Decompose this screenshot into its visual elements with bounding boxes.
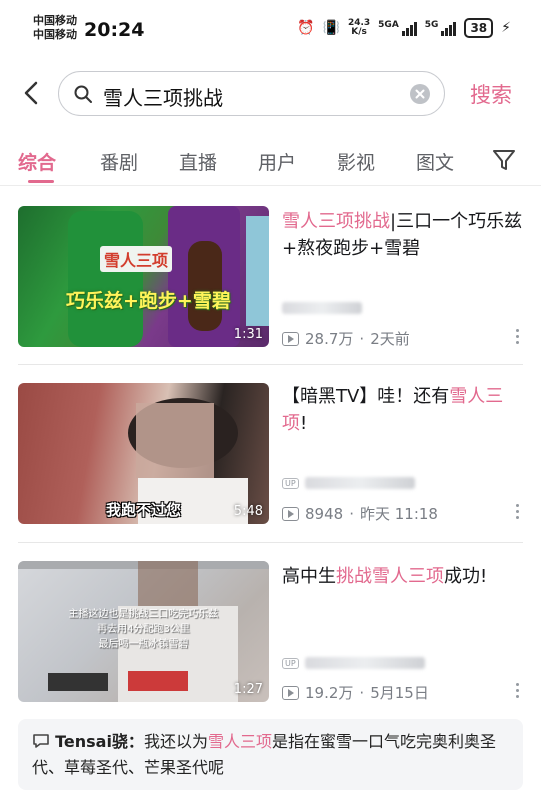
net-speed: 24.3 K/s [348,19,370,37]
view-count: 19.2万 [305,684,354,702]
video-duration: 1:27 [233,682,263,697]
category-tabs: 综合 番剧 直播 用户 影视 图文 [0,140,541,186]
video-title[interactable]: 雪人三项挑战|三口一个巧乐兹+熬夜跑步+雪碧 [282,208,527,262]
thumbnail-captions: 主播这边也是挑战三口吃完巧乐兹 再去用4分配跑3公里 最后喝一瓶冰镇雪碧 [18,607,269,652]
title-text: ! [300,413,308,434]
tab-live[interactable]: 直播 [179,148,217,175]
active-tab-indicator [28,180,54,183]
title-text: 【暗黑TV】哇！还有 [282,386,450,407]
search-icon [74,85,92,103]
search-query[interactable]: 雪人三项挑战 [103,82,223,111]
charging-icon: ⚡ [501,20,511,36]
upload-date: 5月15日 [370,684,429,702]
video-stats: 19.2万 · 5月15日 [282,682,429,703]
more-options-button[interactable] [514,329,520,347]
battery-icon: 38 [464,18,494,38]
thumbnail-caption: 最后喝一瓶冰镇雪碧 [98,639,189,650]
comment-icon [32,732,55,751]
video-thumbnail[interactable]: 雪人三项 巧乐兹+跑步+雪碧 1:31 [18,206,269,347]
divider [18,542,523,543]
chevron-left-icon [24,81,38,105]
comment-text: 我还以为 [143,732,208,751]
more-options-button[interactable] [514,504,520,522]
play-count-icon [282,331,299,346]
thumbnail-caption: 雪人三项 [100,246,173,272]
uploader[interactable]: UP [282,477,415,489]
comment-highlight: 雪人三项 [207,732,272,751]
uploader[interactable]: UP [282,657,425,669]
carrier-labels: 中国移动 中国移动 [33,14,77,42]
tab-comprehensive[interactable]: 综合 [18,148,56,175]
upload-date: 2天前 [370,330,410,348]
thumbnail-caption: 我跑不过您 [106,501,182,519]
sim1-label: 5GA [378,20,399,30]
clear-search-button[interactable] [410,84,430,104]
title-highlight: 挑战雪人三项 [336,566,444,587]
stats-separator: · [359,329,365,348]
thumbnail-caption: 巧乐兹+跑步+雪碧 [66,290,231,312]
search-input[interactable]: 雪人三项挑战 [58,71,445,116]
back-button[interactable] [18,78,46,108]
video-stats: 28.7万 · 2天前 [282,328,410,349]
sim2-label: 5G [424,20,439,30]
play-count-icon [282,506,299,521]
net-speed-unit: K/s [351,27,367,37]
battery-level: 38 [470,21,488,35]
title-text: 成功! [444,566,488,587]
uploader-name-blurred [304,657,425,669]
thumbnail-art [68,206,269,347]
sim1-signal-icon: 5GA [378,20,417,36]
status-bar: 中国移动 中国移动 20:24 ⏰ 📳 24.3 K/s 5GA 5G 38 ⚡ [0,0,541,56]
video-thumbnail[interactable]: 我跑不过您 5:48 [18,383,269,524]
upload-date: 昨天 11:18 [359,505,438,523]
tab-articles[interactable]: 图文 [416,148,454,175]
thumbnail-caption: 主播这边也是挑战三口吃完巧乐兹 [68,609,219,620]
close-icon [415,89,425,99]
carrier-2: 中国移动 [33,28,77,41]
tab-film[interactable]: 影视 [337,148,375,175]
play-count-icon [282,685,299,700]
sim2-signal-icon: 5G [425,20,457,36]
comment-snippet[interactable]: Tensai骁：我还以为雪人三项是指在蜜雪一口气吃完奥利奥圣代、草莓圣代、芒果圣… [18,719,523,790]
video-stats: 8948 · 昨天 11:18 [282,503,438,524]
video-duration: 1:31 [233,327,263,342]
video-thumbnail[interactable]: 主播这边也是挑战三口吃完巧乐兹 再去用4分配跑3公里 最后喝一瓶冰镇雪碧 1:2… [18,561,269,702]
search-button[interactable]: 搜索 [470,79,512,109]
status-icons: ⏰ 📳 24.3 K/s 5GA 5G 38 ⚡ [297,18,511,38]
vibrate-icon: 📳 [322,20,340,36]
divider [18,364,523,365]
carrier-1: 中国移动 [33,14,77,27]
title-highlight: 雪人三项挑战 [282,211,390,232]
title-text: 高中生 [282,566,336,587]
up-badge-icon: UP [282,657,299,669]
comment-user: Tensai骁： [55,732,144,751]
video-title[interactable]: 【暗黑TV】哇！还有雪人三项! [282,383,527,437]
tab-users[interactable]: 用户 [258,148,296,175]
video-title[interactable]: 高中生挑战雪人三项成功! [282,563,527,590]
up-badge-icon: UP [282,477,299,489]
status-time: 20:24 [84,19,145,41]
stats-separator: · [349,504,354,523]
stats-separator: · [359,683,365,702]
alarm-icon: ⏰ [297,20,315,36]
uploader-name-blurred [304,477,415,489]
tab-anime[interactable]: 番剧 [100,148,138,175]
video-duration: 5:48 [233,504,263,519]
uploader-name-blurred [282,302,362,314]
view-count: 8948 [305,504,344,523]
filter-icon [493,150,515,170]
view-count: 28.7万 [305,330,354,348]
more-options-button[interactable] [514,683,520,701]
uploader[interactable] [282,302,362,314]
filter-button[interactable] [491,147,517,177]
thumbnail-caption: 再去用4分配跑3公里 [97,624,190,635]
